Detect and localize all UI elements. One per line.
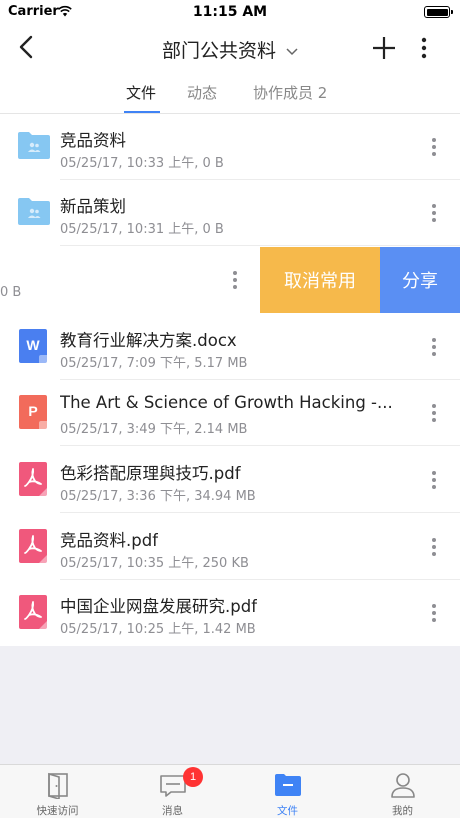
- list-item[interactable]: 竞品资料 05/25/17, 10:33 上午, 0 B: [0, 114, 460, 180]
- add-icon[interactable]: [372, 36, 396, 60]
- file-meta: 05/25/17, 10:25 上午, 1.42 MB: [60, 622, 256, 637]
- tabbar-label: 快速访问: [36, 805, 79, 817]
- list-item[interactable]: W 教育行业解决方案.docx 05/25/17, 7:09 下午, 5.17 …: [0, 314, 460, 380]
- pdf-document-icon: [19, 462, 47, 496]
- tabbar-item-files[interactable]: 文件: [230, 765, 345, 818]
- pdf-document-icon: [19, 595, 47, 629]
- more-vertical-icon[interactable]: [416, 36, 432, 60]
- file-name: The Art & Science of Growth Hacking -...: [60, 393, 393, 412]
- file-name: 教育行业解决方案.docx: [60, 331, 237, 350]
- tabbar-label: 消息: [162, 805, 183, 817]
- more-vertical-icon[interactable]: [426, 535, 442, 559]
- door-icon: [48, 772, 68, 799]
- chevron-down-icon: [286, 47, 298, 55]
- file-name: 中国企业网盘发展研究.pdf: [60, 597, 258, 616]
- tabbar-label: 文件: [277, 805, 298, 817]
- list-item[interactable]: P The Art & Science of Growth Hacking -.…: [0, 380, 460, 446]
- active-tab-indicator: [124, 111, 160, 113]
- person-icon: [391, 773, 415, 798]
- file-meta: 05/25/17, 3:36 下午, 34.94 MB: [60, 489, 256, 504]
- powerpoint-document-icon: P: [19, 395, 47, 429]
- row-divider: [60, 512, 460, 513]
- file-meta: 05/25/17, 10:33 上午, 0 B: [60, 156, 224, 171]
- shared-folder-icon: [18, 198, 50, 225]
- list-item[interactable]: 新品策划 05/25/17, 10:31 上午, 0 B: [0, 180, 460, 246]
- list-item-swiped[interactable]: 0 B 取消常用 分享: [0, 247, 460, 313]
- file-name: 色彩搭配原理與技巧.pdf: [60, 464, 241, 483]
- tabbar-item-quick-access[interactable]: 快速访问: [0, 765, 115, 818]
- tabbar-label: 我的: [392, 805, 413, 817]
- more-vertical-icon[interactable]: [426, 201, 442, 225]
- more-vertical-icon[interactable]: [227, 268, 243, 292]
- row-divider: [60, 245, 460, 246]
- list-item[interactable]: 中国企业网盘发展研究.pdf 05/25/17, 10:25 上午, 1.42 …: [0, 580, 460, 646]
- more-vertical-icon[interactable]: [426, 401, 442, 425]
- more-vertical-icon[interactable]: [426, 335, 442, 359]
- segment-tabs: 文件 动态 协作成员 2: [0, 74, 460, 114]
- row-divider: [60, 445, 460, 446]
- file-meta: 05/25/17, 10:35 上午, 250 KB: [60, 556, 249, 571]
- battery-icon: [424, 6, 453, 18]
- unread-badge: 1: [183, 767, 203, 787]
- page-title: 部门公共资料: [161, 40, 276, 62]
- status-bar: Carrier 11:15 AM: [0, 0, 460, 24]
- file-name: 竞品资料: [60, 131, 126, 150]
- folder-icon: [275, 774, 301, 796]
- file-meta: 05/25/17, 7:09 下午, 5.17 MB: [60, 356, 248, 371]
- list-item[interactable]: 色彩搭配原理與技巧.pdf 05/25/17, 3:36 下午, 34.94 M…: [0, 447, 460, 513]
- bottom-tab-bar: 快速访问 1 消息 文件 我的: [0, 764, 460, 818]
- more-vertical-icon[interactable]: [426, 468, 442, 492]
- file-meta: 0 B: [0, 285, 22, 300]
- pdf-document-icon: [19, 529, 47, 563]
- file-list: 竞品资料 05/25/17, 10:33 上午, 0 B 新品策划 05/25/…: [0, 114, 460, 646]
- list-item[interactable]: 竞品资料.pdf 05/25/17, 10:35 上午, 250 KB: [0, 514, 460, 580]
- file-meta: 05/25/17, 3:49 下午, 2.14 MB: [60, 422, 248, 437]
- more-vertical-icon[interactable]: [426, 601, 442, 625]
- tab-activity[interactable]: 动态: [187, 82, 217, 103]
- tabbar-item-profile[interactable]: 我的: [345, 765, 460, 818]
- tab-files[interactable]: 文件: [126, 82, 156, 103]
- file-meta: 05/25/17, 10:31 上午, 0 B: [60, 222, 224, 237]
- file-name: 竞品资料.pdf: [60, 531, 159, 550]
- word-document-icon: W: [19, 329, 47, 363]
- unfavorite-button[interactable]: 取消常用: [260, 247, 380, 313]
- file-name: 新品策划: [60, 197, 126, 216]
- shared-folder-icon: [18, 132, 50, 159]
- share-button[interactable]: 分享: [380, 247, 460, 313]
- more-vertical-icon[interactable]: [426, 135, 442, 159]
- tab-collaborators[interactable]: 协作成员 2: [253, 82, 327, 103]
- navigation-bar: 部门公共资料: [0, 24, 460, 74]
- clock: 11:15 AM: [192, 4, 268, 20]
- tabbar-item-messages[interactable]: 1 消息: [115, 765, 230, 818]
